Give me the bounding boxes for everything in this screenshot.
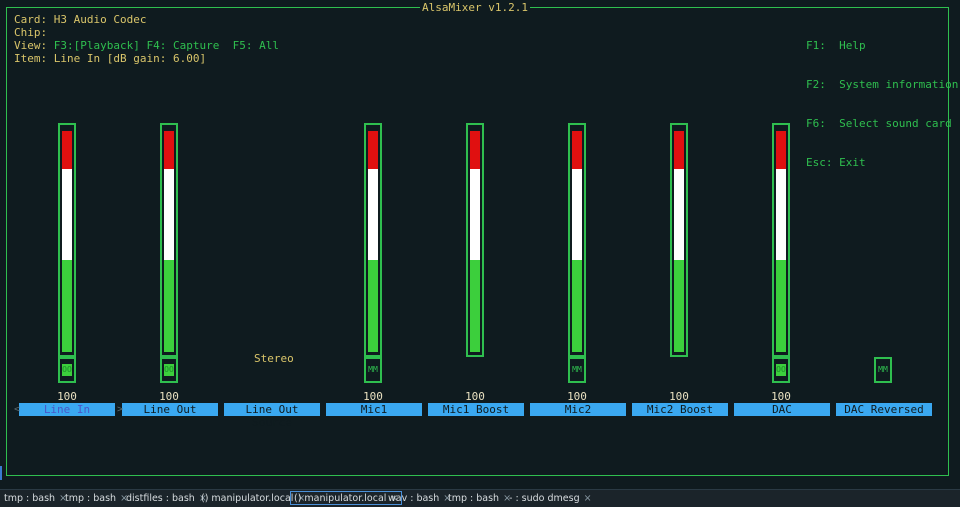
level-green <box>164 260 174 352</box>
view-playback[interactable]: F3:[Playback] <box>54 39 140 52</box>
channel-label-line-in[interactable]: Line In <box>19 403 115 416</box>
channel-label-mic2-boost[interactable]: Mic2 Boost <box>632 403 728 416</box>
help-key: F6: <box>806 117 826 130</box>
level-green <box>572 260 582 352</box>
help-key: Esc: <box>806 156 833 169</box>
level-red <box>674 131 684 169</box>
scroll-left-indicator: < <box>14 404 21 415</box>
level-green <box>62 260 72 352</box>
tab-label: () manipulator.local <box>201 493 294 504</box>
mute-switch-mic2[interactable]: MM <box>568 357 586 383</box>
tab-label: tmp : bash <box>448 493 500 504</box>
volume-bar-line-in[interactable] <box>58 123 76 357</box>
level-green <box>674 260 684 352</box>
item-value: Line In [dB gain: 6.00] <box>53 52 207 65</box>
level-white <box>164 169 174 260</box>
help-desc[interactable]: Help <box>839 39 866 52</box>
tab-label: - : sudo dmesg <box>509 493 580 504</box>
chip-label: Chip: <box>14 26 48 39</box>
switch-state: MM <box>572 365 582 374</box>
help-keys: F1: Help F2: System information F6: Sele… <box>806 13 958 195</box>
value-mic2-boost: 100 <box>669 390 689 403</box>
channel-label-mic1[interactable]: Mic1 <box>326 403 422 416</box>
card-label: Card: <box>14 13 48 26</box>
level-green <box>368 260 378 352</box>
view-label: View: <box>14 39 48 52</box>
help-desc[interactable]: System information <box>839 78 958 91</box>
level-white <box>470 169 480 260</box>
level-green <box>776 260 786 352</box>
value-mic1: 100 <box>363 390 383 403</box>
volume-bar-mic1[interactable] <box>364 123 382 357</box>
volume-bar-line-out[interactable] <box>160 123 178 357</box>
mute-switch-dac[interactable]: OO <box>772 357 790 383</box>
terminal-tab[interactable]: tmp : bash × <box>4 492 67 506</box>
terminal-tab[interactable]: tmp : bash × <box>65 492 128 506</box>
tab-label: tmp : bash <box>65 493 117 504</box>
help-key: F1: <box>806 39 826 52</box>
value-line-in: 100 <box>57 390 77 403</box>
mute-switch-mic1[interactable]: MM <box>364 357 382 383</box>
volume-bar-mic2[interactable] <box>568 123 586 357</box>
help-desc[interactable]: Exit <box>839 156 866 169</box>
level-red <box>776 131 786 169</box>
help-desc[interactable]: Select sound card <box>839 117 952 130</box>
switch-state: MM <box>368 365 378 374</box>
cursor-marker <box>0 466 2 480</box>
value-dac: 100 <box>771 390 791 403</box>
volume-bar-mic2-boost[interactable] <box>670 123 688 357</box>
level-red <box>368 131 378 169</box>
mute-switch-line-out[interactable]: OO <box>160 357 178 383</box>
level-white <box>674 169 684 260</box>
value-line-out: 100 <box>159 390 179 403</box>
level-red <box>470 131 480 169</box>
terminal-window[interactable]: AlsaMixer v1.2.1 Card: H3 Audio Codec Ch… <box>0 0 960 489</box>
terminal-tab[interactable]: tmp : bash × <box>448 492 511 506</box>
tab-label: wav : bash <box>388 493 440 504</box>
value-mic2: 100 <box>567 390 587 403</box>
volume-bar-dac[interactable] <box>772 123 790 357</box>
level-red <box>572 131 582 169</box>
level-white <box>776 169 786 260</box>
scroll-right-indicator: > <box>117 404 124 415</box>
terminal-tab[interactable]: distfiles : bash × <box>126 492 207 506</box>
channel-label-mic2[interactable]: Mic2 <box>530 403 626 416</box>
terminal-tab[interactable]: - : sudo dmesg × <box>509 492 592 506</box>
level-red <box>164 131 174 169</box>
value-mic1-boost: 100 <box>465 390 485 403</box>
level-white <box>368 169 378 260</box>
terminal-tab-bar: tmp : bash × tmp : bash × distfiles : bash… <box>0 489 960 507</box>
level-white <box>62 169 72 260</box>
switch-state: OO <box>62 364 72 376</box>
level-red <box>62 131 72 169</box>
mixer-info: Card: H3 Audio Codec Chip: View: F3:[Pla… <box>14 13 279 65</box>
level-white <box>572 169 582 260</box>
close-icon[interactable]: × <box>584 493 592 504</box>
switch-state: OO <box>776 364 786 376</box>
channel-label-mic1-boost[interactable]: Mic1 Boost <box>428 403 524 416</box>
card-value: H3 Audio Codec <box>53 13 147 26</box>
mute-switch-line-in[interactable]: OO <box>58 357 76 383</box>
switch-state: OO <box>164 364 174 376</box>
channel-label-dac-reversed[interactable]: DAC Reversed <box>836 403 932 416</box>
level-green <box>470 260 480 352</box>
window-title: AlsaMixer v1.2.1 <box>420 1 530 14</box>
tab-label: tmp : bash <box>4 493 56 504</box>
view-all[interactable]: F5: All <box>233 39 279 52</box>
item-label: Item: <box>14 52 48 65</box>
terminal-tab-active[interactable]: () manipulator.local × <box>290 491 403 505</box>
help-key: F2: <box>806 78 826 91</box>
channel-label-line-out-source[interactable]: Line Out Source <box>224 403 320 429</box>
tab-label: () manipulator.local <box>294 493 387 504</box>
enum-value-line-out-source[interactable]: Stereo <box>254 352 294 365</box>
channel-label-line-out[interactable]: Line Out <box>122 403 218 416</box>
mute-switch-dac-reversed[interactable]: MM <box>874 357 892 383</box>
terminal-tab[interactable]: wav : bash × <box>388 492 451 506</box>
volume-bar-mic1-boost[interactable] <box>466 123 484 357</box>
channel-label-dac[interactable]: DAC <box>734 403 830 416</box>
view-capture[interactable]: F4: Capture <box>146 39 219 52</box>
tab-label: distfiles : bash <box>126 493 195 504</box>
switch-state: MM <box>878 365 888 374</box>
